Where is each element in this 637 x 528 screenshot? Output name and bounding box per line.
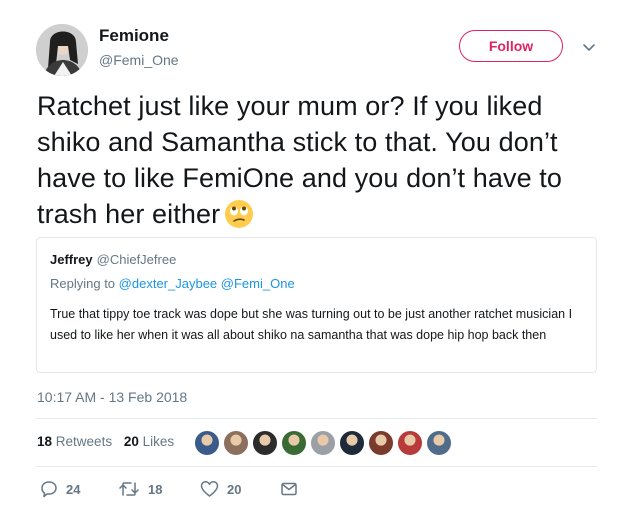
replying-mention-1[interactable]: @dexter_Jaybee xyxy=(119,276,217,291)
tweet-body: Ratchet just like your mum or? If you li… xyxy=(37,91,563,229)
author-handle[interactable]: @Femi_One xyxy=(99,52,179,68)
follow-button[interactable]: Follow xyxy=(459,30,563,62)
direct-message-button[interactable] xyxy=(280,480,298,498)
liker-avatar[interactable] xyxy=(310,430,336,456)
tweet-text: Ratchet just like your mum or? If you li… xyxy=(37,88,597,232)
retweet-count: 18 xyxy=(148,481,163,497)
liker-avatar[interactable] xyxy=(339,430,365,456)
divider xyxy=(36,418,597,419)
quoted-text: True that tippy toe track was dope but s… xyxy=(50,307,573,342)
liker-avatar[interactable] xyxy=(426,430,452,456)
quoted-author-name: Jeffrey xyxy=(50,252,93,267)
reply-count: 24 xyxy=(66,481,81,497)
tweet-timestamp[interactable]: 10:17 AM - 13 Feb 2018 xyxy=(37,389,187,405)
liker-avatar[interactable] xyxy=(281,430,307,456)
quoted-tweet[interactable]: Jeffrey @ChiefJefree Replying to @dexter_… xyxy=(36,237,597,373)
like-count: 20 xyxy=(227,481,242,497)
liker-avatar[interactable] xyxy=(368,430,394,456)
retweets-label: Retweets xyxy=(55,434,113,449)
heart-icon xyxy=(200,480,219,498)
liker-avatar[interactable] xyxy=(223,430,249,456)
retweet-button[interactable]: 18 xyxy=(118,480,162,498)
replying-label: Replying to xyxy=(50,276,116,291)
like-button[interactable]: 20 xyxy=(200,480,241,498)
liker-avatar[interactable] xyxy=(252,430,278,456)
quoted-author: Jeffrey @ChiefJefree xyxy=(50,252,176,267)
quoted-replying-to: Replying to @dexter_Jaybee @Femi_One xyxy=(50,276,295,291)
retweets-stat[interactable]: 18 Retweets xyxy=(37,434,112,449)
chevron-down-icon[interactable] xyxy=(581,39,597,55)
envelope-icon xyxy=(280,480,298,498)
reply-button[interactable]: 24 xyxy=(40,480,80,498)
eye-roll-emoji-icon xyxy=(224,199,254,229)
tweet-stats: 18 Retweets 20 Likes xyxy=(37,434,182,449)
likes-count: 20 xyxy=(123,434,139,449)
quoted-author-handle: @ChiefJefree xyxy=(96,252,177,267)
liker-avatar[interactable] xyxy=(194,430,220,456)
replying-mention-2[interactable]: @Femi_One xyxy=(221,276,295,291)
likes-label: Likes xyxy=(142,434,175,449)
liker-avatar[interactable] xyxy=(397,430,423,456)
author-name[interactable]: Femione xyxy=(99,26,169,46)
author-avatar[interactable] xyxy=(36,24,88,76)
retweets-count: 18 xyxy=(37,434,53,449)
retweet-icon xyxy=(118,480,140,498)
reply-icon xyxy=(40,480,58,498)
likes-stat[interactable]: 20 Likes xyxy=(124,434,174,449)
divider xyxy=(36,466,597,467)
